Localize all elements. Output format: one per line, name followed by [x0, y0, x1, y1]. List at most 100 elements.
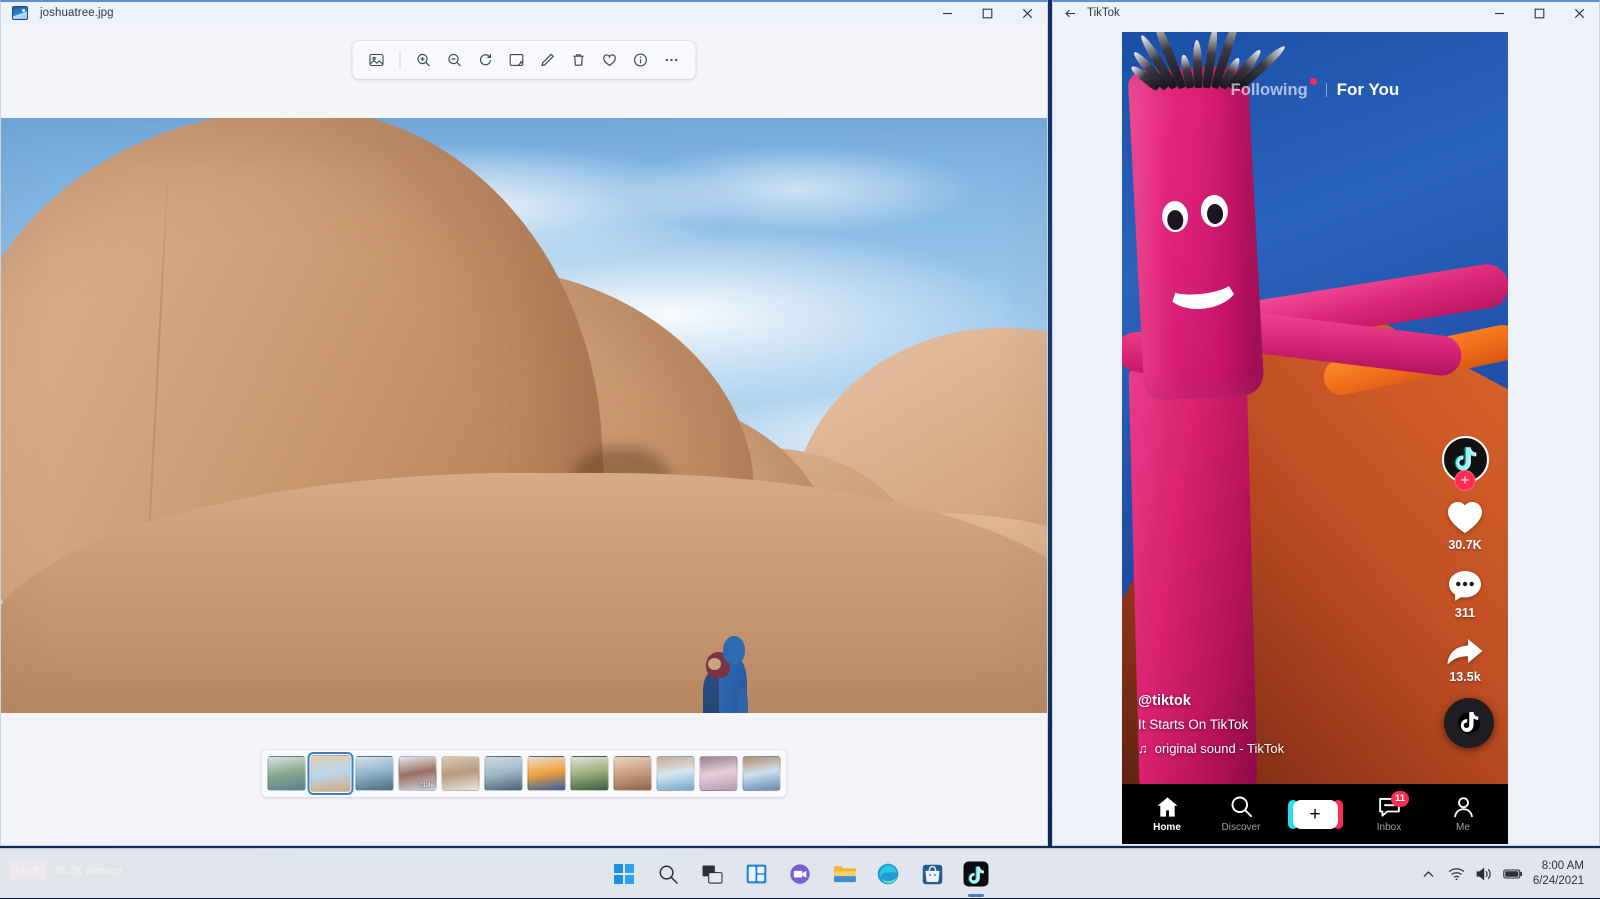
tab-for-you[interactable]: For You — [1337, 80, 1400, 100]
share-action[interactable]: 13.5k — [1446, 637, 1484, 684]
tiktok-action-rail: + 30.7K — [1432, 436, 1498, 684]
photos-toolbar-area — [1, 24, 1047, 118]
filmstrip-thumbnail[interactable] — [528, 756, 566, 791]
video-description: It Starts On TikTok — [1138, 717, 1388, 732]
clock-date: 6/24/2021 — [1533, 874, 1584, 889]
crop-button[interactable] — [502, 46, 532, 74]
photos-window-controls — [927, 2, 1047, 24]
follow-plus-button[interactable]: + — [1455, 470, 1476, 491]
zoom-in-button[interactable] — [409, 46, 439, 74]
clock-time: 8:00 AM — [1542, 859, 1584, 874]
search-icon — [658, 864, 679, 885]
taskbar-clock[interactable]: 8:00 AM 6/24/2021 — [1527, 859, 1592, 888]
profile-action[interactable]: + — [1442, 436, 1489, 483]
tab-following-label: Following — [1231, 81, 1308, 99]
tiktok-taskbar-button[interactable] — [958, 856, 994, 892]
minimize-button[interactable] — [1479, 2, 1519, 24]
author-handle[interactable]: @tiktok — [1138, 693, 1388, 709]
info-button[interactable] — [626, 46, 656, 74]
widgets-button[interactable] — [738, 856, 774, 892]
filmstrip-thumbnail[interactable] — [657, 756, 695, 791]
battery-icon[interactable] — [1499, 856, 1527, 892]
speaker-icon[interactable] — [1471, 856, 1499, 892]
tiktok-video[interactable]: Following For You — [1122, 32, 1508, 784]
nav-me[interactable]: Me — [1433, 796, 1493, 833]
file-explorer-button[interactable] — [826, 856, 862, 892]
rotate-button[interactable] — [471, 46, 501, 74]
back-arrow-icon[interactable] — [1057, 2, 1083, 24]
tab-following[interactable]: Following — [1231, 81, 1316, 100]
plus-icon[interactable]: + — [1293, 800, 1338, 829]
filmstrip-thumbnail[interactable] — [743, 756, 781, 791]
fit-to-window-button[interactable] — [362, 46, 392, 74]
filmstrip-thumbnail[interactable] — [356, 756, 394, 791]
nav-discover[interactable]: Discover — [1211, 795, 1271, 833]
taskbar-app-area — [606, 849, 994, 899]
inbox-badge: 11 — [1391, 791, 1409, 807]
photos-title-bar[interactable]: joshuatree.jpg — [1, 2, 1047, 24]
filmstrip-thumbnail[interactable] — [268, 756, 306, 791]
wifi-icon[interactable] — [1443, 856, 1471, 892]
music-disc-button[interactable] — [1444, 698, 1494, 748]
like-count: 30.7K — [1448, 538, 1481, 552]
show-hidden-icons-button[interactable] — [1415, 856, 1443, 892]
start-button[interactable] — [606, 856, 642, 892]
delete-button[interactable] — [564, 46, 594, 74]
filmstrip-thumbnail[interactable] — [614, 756, 652, 791]
photo-viewer-area[interactable] — [1, 118, 1047, 741]
share-count: 13.5k — [1449, 670, 1480, 684]
filmstrip-thumbnail[interactable] — [571, 756, 609, 791]
tiktok-note-icon — [1458, 711, 1480, 735]
widgets-icon — [746, 864, 767, 884]
filmstrip-thumbnail[interactable] — [700, 756, 738, 791]
maximize-button[interactable] — [967, 2, 1007, 24]
nav-inbox[interactable]: 11 Inbox — [1359, 796, 1419, 833]
tiktok-icon — [963, 861, 989, 887]
windows-logo-icon — [614, 864, 634, 884]
close-button[interactable] — [1007, 2, 1047, 24]
photo-image[interactable] — [1, 118, 1047, 713]
more-options-button[interactable] — [657, 46, 687, 74]
minimize-button[interactable] — [927, 2, 967, 24]
music-note-icon: ♫ — [1138, 741, 1148, 756]
tiktok-feed[interactable]: Following For You — [1122, 32, 1508, 844]
close-button[interactable] — [1559, 2, 1599, 24]
filmstrip-thumbnail[interactable]: 01:46 — [399, 756, 437, 791]
photo-filmstrip[interactable]: 01:46 — [262, 750, 787, 797]
person-icon — [1452, 796, 1475, 818]
task-view-button[interactable] — [694, 856, 730, 892]
tiktok-title-bar[interactable]: TikTok — [1053, 2, 1599, 24]
filmstrip-thumbnail[interactable] — [311, 755, 351, 792]
home-icon — [1156, 796, 1179, 818]
filmstrip-thumbnail[interactable] — [442, 756, 480, 791]
edit-button[interactable] — [533, 46, 563, 74]
photos-window: joshuatree.jpg — [0, 0, 1048, 846]
filmstrip-thumbnail[interactable] — [485, 756, 523, 791]
like-action[interactable]: 30.7K — [1446, 500, 1484, 552]
avatar[interactable]: + — [1442, 436, 1489, 483]
comment-action[interactable]: 311 — [1447, 569, 1483, 620]
tiktok-window: TikTok — [1052, 0, 1600, 846]
chat-button[interactable] — [782, 856, 818, 892]
maximize-button[interactable] — [1519, 2, 1559, 24]
store-button[interactable] — [914, 856, 950, 892]
nav-home-label: Home — [1153, 822, 1181, 833]
nav-inbox-label: Inbox — [1377, 822, 1401, 833]
toolbar-divider — [400, 51, 401, 69]
following-badge-dot — [1310, 78, 1317, 85]
system-tray: 8:00 AM 6/24/2021 — [1415, 849, 1600, 899]
tiktok-bottom-nav: Home Discover + — [1122, 784, 1508, 844]
tab-divider — [1326, 83, 1327, 97]
photo-icon — [12, 6, 28, 20]
zoom-out-button[interactable] — [440, 46, 470, 74]
edge-button[interactable] — [870, 856, 906, 892]
music-title: original sound - TikTok — [1155, 741, 1284, 756]
tiktok-content-area: Following For You — [1053, 24, 1599, 845]
favorite-button[interactable] — [595, 46, 625, 74]
music-label[interactable]: ♫ original sound - TikTok — [1138, 741, 1388, 756]
search-button[interactable] — [650, 856, 686, 892]
heart-icon — [1446, 500, 1484, 535]
nav-home[interactable]: Home — [1137, 796, 1197, 833]
nav-create[interactable]: + — [1285, 800, 1345, 829]
share-arrow-icon — [1446, 637, 1484, 667]
